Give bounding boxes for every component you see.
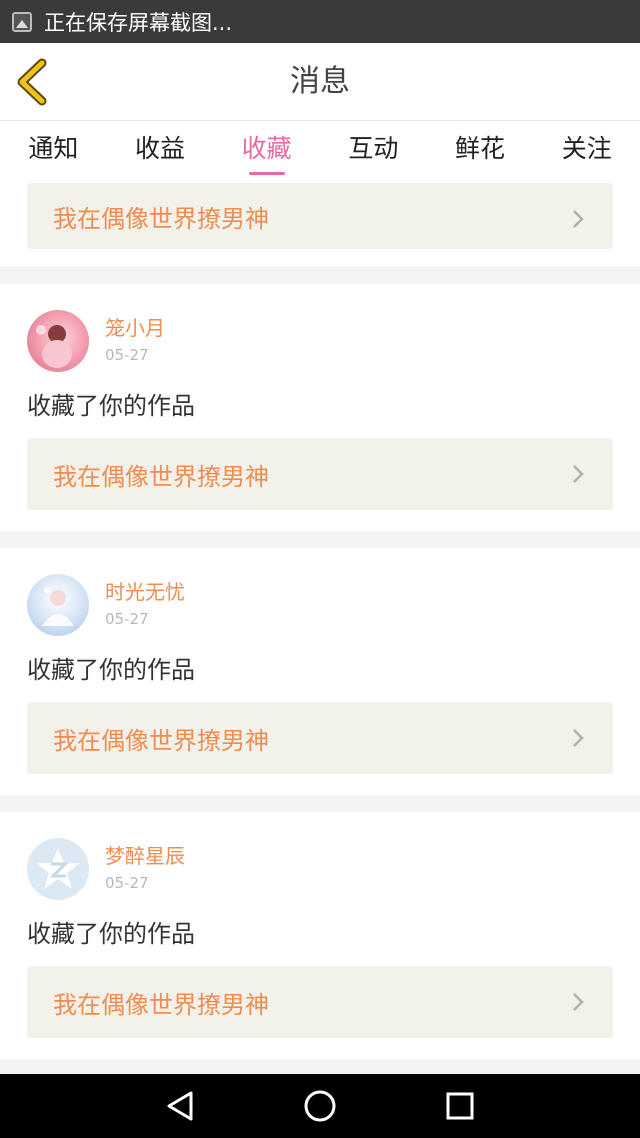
work-title: 我在偶像世界撩男神 [53, 462, 269, 491]
work-title: 我在偶像世界撩男神 [53, 726, 269, 755]
nav-home-button[interactable] [300, 1086, 340, 1126]
message-card: 我在偶像世界撩男神 [0, 179, 640, 266]
work-link[interactable]: 我在偶像世界撩男神 [27, 966, 613, 1038]
chevron-right-icon [573, 993, 584, 1011]
tab-interactions[interactable]: 互动 [320, 121, 427, 179]
page-title: 消息 [290, 64, 350, 99]
tab-favorites[interactable]: 收藏 [213, 121, 320, 179]
message-date: 05-27 [105, 610, 149, 628]
avatar[interactable] [27, 838, 89, 900]
message-card: 时光无忧 05-27 收藏了你的作品 我在偶像世界撩男神 [0, 548, 640, 795]
chevron-right-icon [573, 729, 584, 747]
message-card: 笼小月 05-27 收藏了你的作品 我在偶像世界撩男神 [0, 284, 640, 531]
user-name[interactable]: 笼小月 [105, 314, 165, 342]
tab-bar: 通知 收益 收藏 互动 鲜花 关注 [0, 121, 640, 179]
work-link[interactable]: 我在偶像世界撩男神 [27, 438, 613, 510]
message-card: 梦醉星辰 05-27 收藏了你的作品 我在偶像世界撩男神 [0, 812, 640, 1059]
user-name[interactable]: 时光无忧 [105, 578, 185, 606]
default-avatar-icon [36, 848, 80, 889]
nav-recents-button[interactable] [440, 1086, 480, 1126]
back-triangle-icon [167, 1091, 193, 1121]
action-text: 收藏了你的作品 [27, 392, 195, 420]
user-name[interactable]: 梦醉星辰 [105, 842, 185, 870]
action-text: 收藏了你的作品 [27, 920, 195, 948]
chevron-right-icon [573, 465, 584, 483]
image-icon [12, 11, 32, 32]
work-link[interactable]: 我在偶像世界撩男神 [27, 702, 613, 774]
work-title: 我在偶像世界撩男神 [53, 990, 269, 1019]
system-nav-bar [0, 1074, 640, 1138]
chevron-right-icon [573, 210, 584, 228]
message-list: 我在偶像世界撩男神 笼小月 05-27 收藏了你的作品 我在偶像世界撩男神 时光… [0, 179, 640, 1074]
status-text: 正在保存屏幕截图... [44, 10, 233, 35]
work-link[interactable]: 我在偶像世界撩男神 [27, 183, 613, 249]
message-date: 05-27 [105, 346, 149, 364]
tab-earnings[interactable]: 收益 [107, 121, 214, 179]
avatar[interactable] [27, 574, 89, 636]
status-bar: 正在保存屏幕截图... [0, 0, 640, 43]
work-title: 我在偶像世界撩男神 [53, 204, 269, 233]
tab-flowers[interactable]: 鲜花 [427, 121, 534, 179]
home-circle-icon [304, 1090, 336, 1122]
avatar[interactable] [27, 310, 89, 372]
message-date: 05-27 [105, 874, 149, 892]
tab-notifications[interactable]: 通知 [0, 121, 107, 179]
recents-square-icon [446, 1092, 474, 1120]
nav-back-button[interactable] [160, 1086, 200, 1126]
action-text: 收藏了你的作品 [27, 656, 195, 684]
tab-following[interactable]: 关注 [533, 121, 640, 179]
header: 消息 [0, 43, 640, 121]
